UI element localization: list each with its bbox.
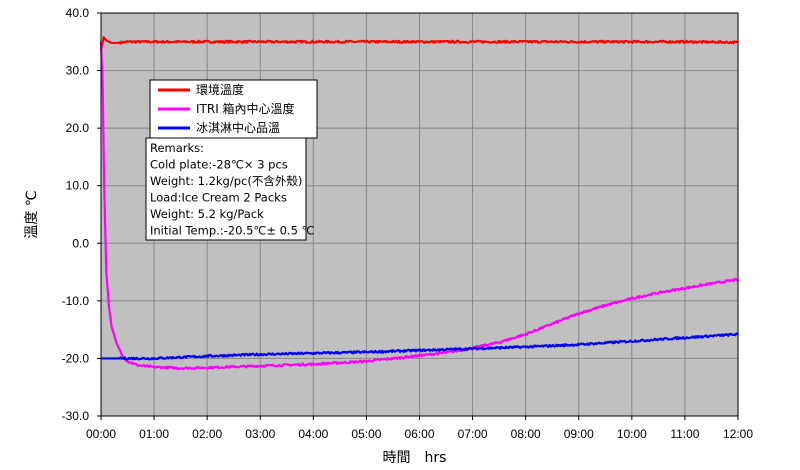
y-tick-labels: 40.0 30.0 20.0 10.0 0.0 -10.0 -20.0 -30.0 (62, 6, 90, 423)
remark-line: Load:Ice Cream 2 Packs (150, 191, 287, 205)
legend-label: 冰淇淋中心品溫 (196, 120, 280, 135)
remark-line: Weight: 5.2 kg/Pack (150, 207, 264, 221)
x-tick-label: 00:00 (86, 427, 116, 441)
x-tick-label: 10:00 (617, 427, 647, 441)
legend-label: 環境溫度 (196, 82, 244, 97)
remark-line: Initial Temp.:-20.5℃± 0.5 ℃ (150, 224, 315, 238)
x-tick-label: 07:00 (458, 427, 488, 441)
remark-line: Weight: 1.2kg/pc(不含外殼) (150, 174, 302, 188)
x-tick-label: 11:00 (670, 427, 699, 441)
temperature-chart: 00:00 01:00 02:00 03:00 04:00 05:00 06:00 07:00… (24, 6, 753, 466)
legend-box: 環境溫度 ITRI 箱內中心溫度冰淇淋中心品溫 (149, 79, 318, 139)
y-tick-label: -30.0 (62, 409, 90, 423)
x-tick-label: 02:00 (192, 427, 222, 441)
y-tick-label: 20.0 (66, 121, 90, 135)
x-tick-label: 03:00 (245, 427, 275, 441)
x-tick-label: 01:00 (139, 427, 169, 441)
x-tick-label: 05:00 (351, 427, 381, 441)
legend-label: ITRI 箱內中心溫度 (196, 101, 295, 116)
x-tick-label: 09:00 (564, 427, 594, 441)
y-tick-label: -20.0 (62, 351, 90, 365)
x-axis-title: 時間 hrs (383, 450, 447, 466)
x-tick-label: 08:00 (511, 427, 541, 441)
x-tick-label: 12:00 (723, 427, 753, 441)
y-tick-label: 10.0 (66, 179, 90, 193)
remarks-box: Remarks: Cold plate:-28℃× 3 pcs Weight: 1.… (145, 137, 315, 241)
x-tick-labels: 00:00 01:00 02:00 03:00 04:00 05:00 06:00 07:00… (86, 427, 753, 441)
y-tick-label: -10.0 (62, 294, 90, 308)
y-tick-label: 40.0 (66, 6, 90, 20)
x-tick-label: 04:00 (298, 427, 328, 441)
remark-line: Remarks: (150, 141, 204, 155)
x-tick-label: 06:00 (404, 427, 434, 441)
y-tick-label: 0.0 (72, 236, 89, 250)
remark-line: Cold plate:-28℃× 3 pcs (150, 158, 288, 172)
y-axis-title: 溫度 ℃ (24, 190, 40, 238)
y-tick-label: 30.0 (66, 64, 90, 78)
